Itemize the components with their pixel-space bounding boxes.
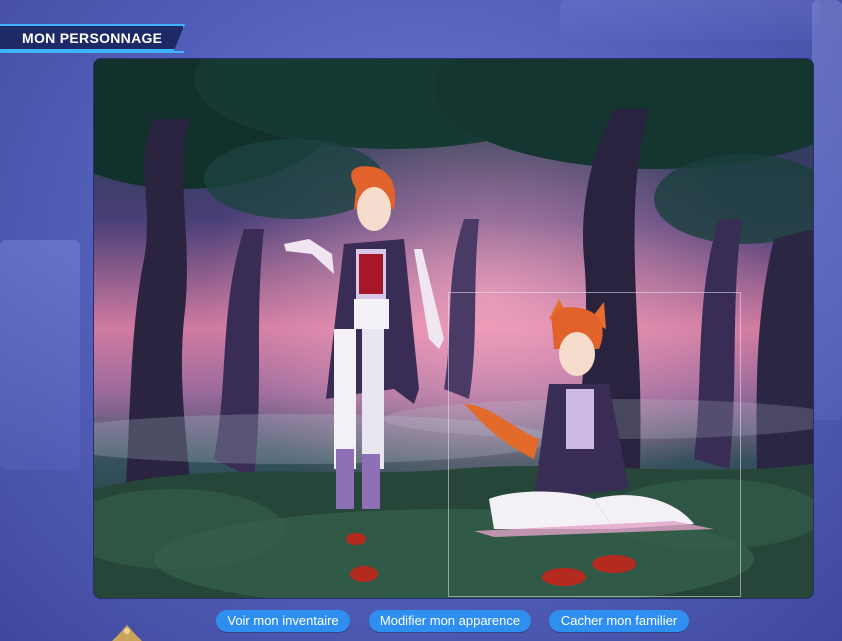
title-underline — [0, 51, 184, 53]
pet-frame — [448, 292, 741, 597]
background-pillar-right — [812, 0, 842, 420]
section-title-tab: MON PERSONNAGE — [0, 24, 185, 51]
page-title: MON PERSONNAGE — [22, 29, 163, 46]
view-inventory-button[interactable]: Voir mon inventaire — [216, 610, 350, 632]
hide-pet-button[interactable]: Cacher mon familier — [549, 610, 689, 632]
background-arch — [560, 0, 820, 40]
ornament-icon — [112, 625, 142, 641]
background-ruin-left — [0, 240, 80, 470]
edit-appearance-button[interactable]: Modifier mon apparence — [369, 610, 531, 632]
character-scene — [93, 58, 814, 599]
